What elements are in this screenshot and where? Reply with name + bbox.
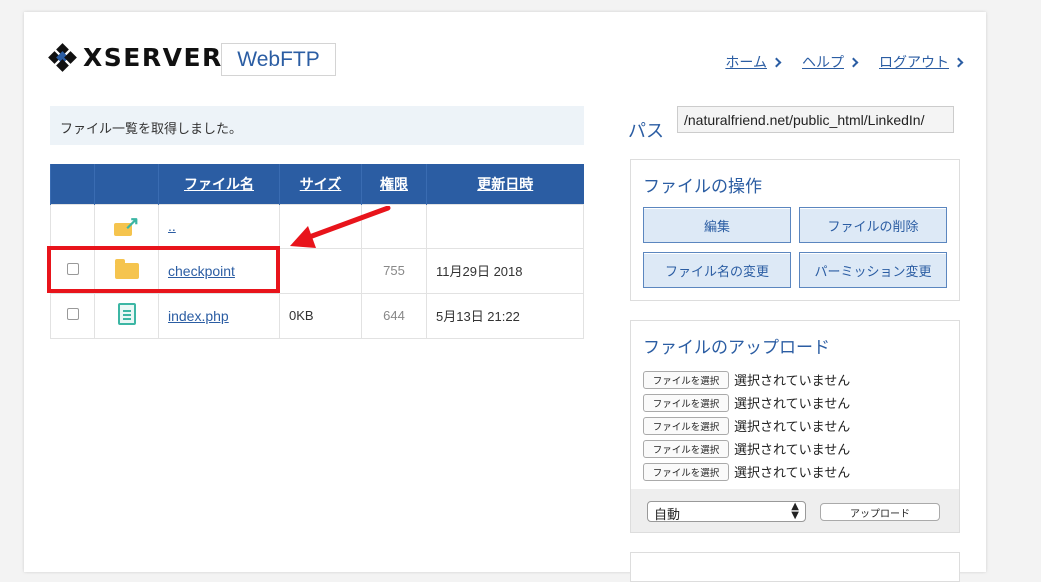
row-name-cell: .. bbox=[158, 203, 280, 249]
upload-row: ファイルを選択 選択されていません bbox=[643, 391, 959, 414]
choose-file-button[interactable]: ファイルを選択 bbox=[643, 416, 729, 435]
path-input[interactable]: /naturalfriend.net/public_html/LinkedIn/ bbox=[677, 106, 954, 133]
row-name-cell: index.php bbox=[158, 292, 280, 339]
upload-button[interactable]: アップロード bbox=[820, 503, 940, 521]
file-link-index[interactable]: index.php bbox=[168, 308, 229, 324]
row-check-cell bbox=[50, 292, 95, 339]
change-permission-button[interactable]: パーミッション変更 bbox=[799, 252, 947, 288]
row-checkbox[interactable] bbox=[66, 308, 79, 320]
annotation-highlight-box bbox=[47, 246, 280, 293]
nav-help-label: ヘルプ bbox=[802, 55, 844, 71]
no-file-text: 選択されていません bbox=[734, 374, 851, 389]
no-file-text: 選択されていません bbox=[734, 397, 851, 412]
row-date-cell: 11月29日 2018 bbox=[426, 247, 584, 294]
upload-footer: 自動 ▲ ▼ アップロード bbox=[631, 489, 959, 532]
edit-button[interactable]: 編集 bbox=[643, 207, 791, 243]
row-date-cell: 5月13日 21:22 bbox=[426, 292, 584, 339]
nav-logout-link[interactable]: ログアウト bbox=[879, 52, 964, 72]
nav-help-link[interactable]: ヘルプ bbox=[802, 52, 859, 72]
parent-folder-icon: ↗ bbox=[113, 214, 140, 236]
no-file-text: 選択されていません bbox=[734, 466, 851, 481]
no-file-text: 選択されていません bbox=[734, 443, 851, 458]
rename-file-button[interactable]: ファイル名の変更 bbox=[643, 252, 791, 288]
row-date-cell bbox=[426, 203, 584, 249]
operations-title: ファイルの操作 bbox=[643, 177, 762, 197]
top-navigation: ホーム ヘルプ ログアウト bbox=[725, 52, 964, 72]
upload-row: ファイルを選択 選択されていません bbox=[643, 437, 959, 460]
choose-file-button[interactable]: ファイルを選択 bbox=[643, 439, 729, 458]
delete-file-button[interactable]: ファイルの削除 bbox=[799, 207, 947, 243]
document-icon bbox=[117, 303, 136, 325]
choose-file-button[interactable]: ファイルを選択 bbox=[643, 370, 729, 389]
upload-row: ファイルを選択 選択されていません bbox=[643, 460, 959, 483]
row-icon-cell bbox=[94, 292, 159, 339]
row-size-cell bbox=[279, 247, 362, 294]
chevron-right-icon bbox=[848, 57, 859, 67]
path-label: パス bbox=[628, 121, 664, 142]
status-message: ファイル一覧を取得しました。 bbox=[50, 106, 584, 145]
header-filename[interactable]: ファイル名 bbox=[158, 164, 280, 204]
file-operations-panel: ファイルの操作 編集 ファイルの削除 ファイル名の変更 パーミッション変更 bbox=[630, 159, 960, 301]
choose-file-button[interactable]: ファイルを選択 bbox=[643, 393, 729, 412]
product-badge: WebFTP bbox=[221, 43, 336, 76]
transfer-mode-value: 自動 bbox=[654, 508, 681, 523]
upload-row: ファイルを選択 選択されていません bbox=[643, 368, 959, 391]
next-panel bbox=[630, 552, 960, 582]
header-modified[interactable]: 更新日時 bbox=[426, 164, 584, 204]
table-row: index.php 0KB 644 5月13日 21:22 bbox=[50, 292, 584, 339]
nav-home-label: ホーム bbox=[725, 55, 767, 71]
xserver-logo: XSERVER bbox=[48, 42, 223, 72]
row-perm-cell: 755 bbox=[361, 247, 427, 294]
annotation-arrow-icon bbox=[290, 206, 391, 248]
header-permission[interactable]: 権限 bbox=[361, 164, 427, 204]
file-link-parent[interactable]: .. bbox=[168, 218, 176, 234]
table-header-row: ファイル名 サイズ 権限 更新日時 bbox=[50, 164, 584, 204]
header-check-cell bbox=[50, 164, 95, 204]
transfer-mode-select[interactable]: 自動 ▲ ▼ bbox=[647, 501, 806, 523]
logo-text: XSERVER bbox=[83, 43, 223, 72]
upload-title: ファイルのアップロード bbox=[643, 338, 830, 358]
upload-row: ファイルを選択 選択されていません bbox=[643, 414, 959, 437]
file-upload-panel: ファイルのアップロード ファイルを選択 選択されていません ファイルを選択 選択され… bbox=[630, 320, 960, 533]
choose-file-button[interactable]: ファイルを選択 bbox=[643, 462, 729, 481]
row-check-cell bbox=[50, 203, 95, 249]
nav-logout-label: ログアウト bbox=[879, 55, 949, 71]
row-size-cell: 0KB bbox=[279, 292, 362, 339]
xserver-logo-mark-icon bbox=[48, 42, 77, 72]
chevron-right-icon bbox=[771, 57, 782, 67]
nav-home-link[interactable]: ホーム bbox=[725, 52, 782, 72]
select-arrows-icon: ▲ ▼ bbox=[791, 501, 799, 521]
no-file-text: 選択されていません bbox=[734, 420, 851, 435]
header-icon-cell bbox=[94, 164, 159, 204]
row-icon-cell: ↗ bbox=[94, 203, 159, 249]
row-perm-cell: 644 bbox=[361, 292, 427, 339]
header-size[interactable]: サイズ bbox=[279, 164, 362, 204]
chevron-right-icon bbox=[953, 57, 964, 67]
